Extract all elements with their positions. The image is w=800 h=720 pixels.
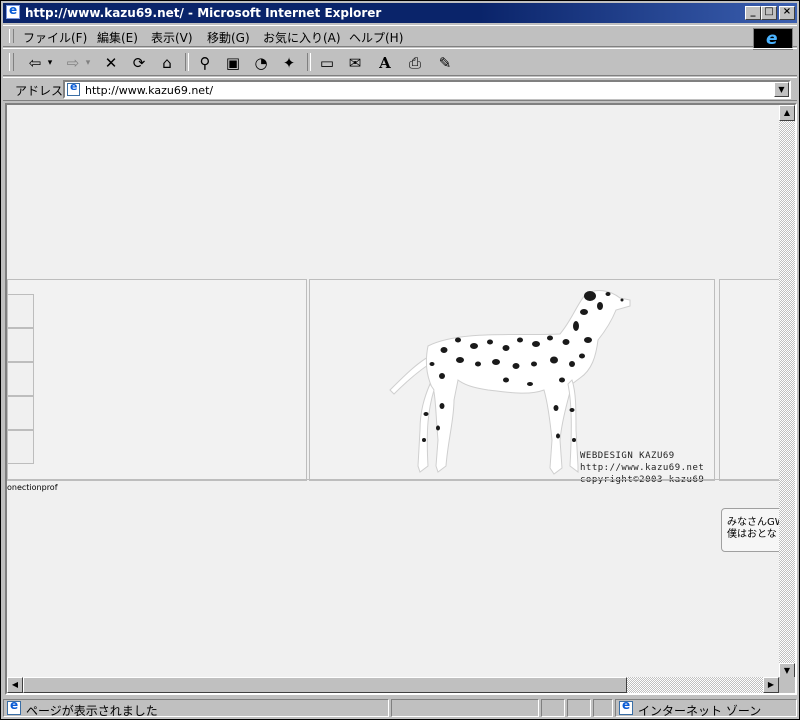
status-pane [391,699,539,717]
nav-cell[interactable] [8,328,34,362]
window-title: http://www.kazu69.net/ - Microsoft Inter… [25,6,382,20]
toolbar-separator [185,53,189,71]
fullscreen-icon: ▭ [319,54,335,72]
page-icon [67,80,80,96]
print-button[interactable]: ⎙ [403,52,427,74]
status-message-pane: ページが表示されました [3,698,389,718]
vertical-scrollbar[interactable]: ▲ ▼ [779,105,795,679]
status-pane [567,699,591,717]
menu-help[interactable]: ヘルプ(H) [349,29,403,46]
zone-label: インターネット ゾーン [638,704,762,718]
credits-line: http://www.kazu69.net [580,463,705,473]
favorites-icon: ▣ [225,54,241,72]
page-viewport: WEBDESIGN KAZU69 http://www.kazu69.net c… [5,103,797,695]
home-icon: ⌂ [162,54,172,72]
menu-grip[interactable] [9,29,14,43]
status-pane [541,699,565,717]
stop-button[interactable]: ✕ [99,52,123,74]
ie-throbber-logo: e [753,28,793,50]
stop-icon: ✕ [104,54,118,72]
left-nav-panel [7,279,307,481]
ie-page-icon[interactable] [6,3,20,19]
font-icon: A [379,54,391,72]
menu-view[interactable]: 表示(V) [151,29,193,46]
maximize-button[interactable]: □ [761,6,777,20]
menu-bar: ファイル(F) 編集(E) 表示(V) 移動(G) お気に入り(A) ヘルプ(H… [3,25,797,50]
scroll-corner [779,677,795,693]
toolbar-grip[interactable] [9,53,14,71]
right-panel [719,279,783,481]
back-dropdown[interactable]: ▾ [45,52,55,74]
history-button[interactable]: ◔ [249,52,273,74]
credits-block: WEBDESIGN KAZU69 http://www.kazu69.net c… [580,450,704,486]
print-icon: ⎙ [408,54,421,72]
menu-file[interactable]: ファイル(F) [23,29,87,46]
menu-favorites[interactable]: お気に入り(A) [263,29,341,46]
nav-cell[interactable] [8,294,34,328]
credits-line: copyright©2003 kazu69 [580,475,705,485]
internet-zone-icon [619,698,633,715]
scroll-left-button[interactable]: ◀ [7,677,23,693]
font-button[interactable]: A [373,52,397,74]
forward-dropdown[interactable]: ▾ [83,52,93,74]
standard-toolbar: ⇦ ▾ ⇨ ▾ ✕ ⟳ ⌂ ⚲ ▣ ◔ ✦ ▭ ✉ A ⎙ ✎ [3,48,797,76]
horizontal-scroll-thumb[interactable] [23,677,627,693]
edit-button[interactable]: ✎ [433,52,457,74]
news-line: 僕はおとな [727,529,777,540]
title-bar[interactable]: http://www.kazu69.net/ - Microsoft Inter… [3,3,797,23]
center-image-panel: WEBDESIGN KAZU69 http://www.kazu69.net c… [309,279,715,485]
address-url[interactable]: http://www.kazu69.net/ [85,84,213,97]
status-bar: ページが表示されました インターネット ゾーン [3,697,799,719]
address-label: アドレス [15,84,64,98]
search-icon: ⚲ [199,54,211,72]
channels-icon: ✦ [282,54,296,72]
back-arrow-icon: ⇦ [28,54,42,72]
security-zone-pane: インターネット ゾーン [615,698,797,718]
refresh-button[interactable]: ⟳ [127,52,151,74]
status-message: ページが表示されました [26,704,158,718]
nav-cell[interactable] [8,430,34,464]
scroll-up-button[interactable]: ▲ [779,105,795,121]
address-input[interactable]: http://www.kazu69.net/ ▼ [63,80,791,99]
history-icon: ◔ [254,54,268,72]
horizontal-scrollbar[interactable]: ◀ ▶ [7,677,779,693]
edit-icon: ✎ [438,54,452,72]
nav-cell[interactable] [8,362,34,396]
favorites-button[interactable]: ▣ [221,52,245,74]
ie-logo-icon: e [766,29,778,49]
close-button[interactable]: × [779,6,795,20]
scroll-right-button[interactable]: ▶ [763,677,779,693]
browser-window: http://www.kazu69.net/ - Microsoft Inter… [0,0,800,720]
page-done-icon [7,698,21,715]
address-dropdown-button[interactable]: ▼ [774,82,789,97]
status-pane [593,699,613,717]
forward-arrow-icon: ⇨ [66,54,80,72]
mail-button[interactable]: ✉ [343,52,367,74]
refresh-icon: ⟳ [132,54,146,72]
search-button[interactable]: ⚲ [193,52,217,74]
minimize-button[interactable]: _ [745,6,761,20]
nav-cell[interactable] [8,396,34,430]
channels-button[interactable]: ✦ [277,52,301,74]
toolbar-separator [307,53,311,71]
home-button[interactable]: ⌂ [155,52,179,74]
footer-text[interactable]: onectionprof [7,483,58,492]
address-bar: アドレス http://www.kazu69.net/ ▼ [3,77,797,101]
menu-go[interactable]: 移動(G) [207,29,250,46]
fullscreen-button[interactable]: ▭ [315,52,339,74]
menu-edit[interactable]: 編集(E) [97,29,138,46]
credits-line: WEBDESIGN KAZU69 [580,451,675,461]
forward-button[interactable]: ⇨ [61,52,85,74]
mail-icon: ✉ [348,54,362,72]
back-button[interactable]: ⇦ [23,52,47,74]
panel-divider [7,479,781,480]
